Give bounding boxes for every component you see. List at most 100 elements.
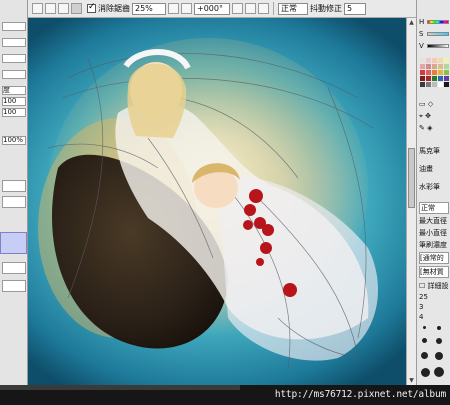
color-palette[interactable]	[420, 58, 449, 87]
left-layer-d[interactable]	[2, 280, 26, 292]
rotate-right-button[interactable]	[245, 3, 256, 14]
palette-swatch[interactable]	[420, 76, 425, 81]
rotate-reset-button[interactable]	[258, 3, 269, 14]
selected-layer[interactable]	[0, 232, 27, 254]
value-slider[interactable]	[427, 44, 449, 48]
left-field-f-value: 100	[3, 97, 17, 105]
left-field-e[interactable]: 度	[2, 86, 26, 95]
palette-swatch[interactable]	[420, 58, 425, 63]
zoom-in-button[interactable]	[181, 3, 192, 14]
texture-select[interactable]: [無材質	[419, 266, 449, 278]
correction-select[interactable]: 5	[344, 2, 366, 15]
scroll-down-icon[interactable]: ▼	[407, 376, 416, 385]
palette-swatch[interactable]	[444, 76, 449, 81]
brush-size-3[interactable]: 3	[419, 303, 423, 311]
artwork-illustration	[38, 38, 378, 369]
stabilizer-checkbox[interactable]	[87, 2, 96, 13]
palette-swatch[interactable]	[432, 64, 437, 69]
left-field-f[interactable]: 100	[2, 97, 26, 106]
shape-select[interactable]: [通常的	[419, 252, 449, 264]
palette-swatch[interactable]	[444, 58, 449, 63]
rotation-value: +000°	[197, 4, 223, 13]
hue-slider[interactable]	[427, 20, 449, 24]
left-layer-c[interactable]	[2, 262, 26, 274]
correction-label: 抖動修正	[310, 4, 342, 13]
canvas-scrollbar[interactable]: ▲ ▼	[406, 18, 416, 385]
left-field-d[interactable]	[2, 70, 26, 79]
zoom-value: 25%	[135, 4, 153, 13]
blend-mode-value: 正常	[281, 4, 297, 13]
antialias-low-button[interactable]	[45, 3, 56, 14]
saturation-letter: S	[419, 30, 424, 38]
scroll-up-icon[interactable]: ▲	[407, 18, 416, 27]
left-layer-b[interactable]	[2, 196, 26, 208]
palette-swatch[interactable]	[432, 76, 437, 81]
palette-swatch[interactable]	[438, 82, 443, 87]
brush-blend-value: 正常	[421, 204, 435, 212]
palette-swatch[interactable]	[426, 76, 431, 81]
palette-swatch[interactable]	[438, 70, 443, 75]
brush-preset-dot[interactable]	[434, 367, 444, 377]
right-panel: H S V ▭ ◇ ⌖ ✥ ✎ ◈ 馬克筆 油畫 水彩筆 正常 最大直徑 最小直…	[416, 0, 450, 385]
palette-swatch[interactable]	[426, 58, 431, 63]
palette-swatch[interactable]	[438, 76, 443, 81]
palette-swatch[interactable]	[420, 64, 425, 69]
opacity-field[interactable]: 100%	[2, 136, 26, 145]
shape-value: [通常的	[420, 254, 444, 262]
brush-preset-dot[interactable]	[422, 338, 427, 343]
palette-swatch[interactable]	[432, 70, 437, 75]
palette-swatch[interactable]	[444, 64, 449, 69]
palette-swatch[interactable]	[438, 64, 443, 69]
brush-preset-dot[interactable]	[423, 326, 426, 329]
palette-swatch[interactable]	[420, 70, 425, 75]
max-diameter-label: 最大直徑	[419, 217, 447, 225]
brush-density-label: 筆刷濃度	[419, 241, 447, 249]
palette-swatch[interactable]	[426, 82, 431, 87]
palette-swatch[interactable]	[432, 58, 437, 63]
rotation-select[interactable]: +000°	[194, 2, 230, 15]
tool-watercolor[interactable]: 水彩筆	[419, 182, 440, 192]
brush-size-4[interactable]: 4	[419, 313, 423, 321]
left-panel: 度 100 100 100%	[0, 0, 28, 385]
left-layer-a[interactable]	[2, 180, 26, 192]
palette-swatch[interactable]	[444, 82, 449, 87]
hue-letter: H	[419, 18, 425, 26]
palette-swatch[interactable]	[444, 70, 449, 75]
top-toolbar: 消除鋸齒 25% +000° 正常 抖動修正 5	[28, 0, 418, 18]
left-field-g[interactable]: 100	[2, 108, 26, 117]
antialias-high-button[interactable]	[71, 3, 82, 14]
brush-blend-select[interactable]: 正常	[419, 202, 449, 214]
left-field-a[interactable]	[2, 22, 26, 31]
tool-icons-row-2: ⌖ ✥	[419, 112, 432, 120]
palette-swatch[interactable]	[426, 64, 431, 69]
brush-preset-dot[interactable]	[435, 352, 443, 360]
brush-size-25[interactable]: 25	[419, 293, 428, 301]
palette-swatch[interactable]	[438, 58, 443, 63]
rotate-left-button[interactable]	[232, 3, 243, 14]
antialias-mid-button[interactable]	[58, 3, 69, 14]
antialias-off-button[interactable]	[32, 3, 43, 14]
tool-oil[interactable]: 油畫	[419, 164, 433, 174]
brush-preset-dot[interactable]	[421, 368, 430, 377]
left-field-c[interactable]	[2, 54, 26, 63]
drawing-canvas[interactable]	[28, 18, 406, 385]
scroll-thumb[interactable]	[408, 148, 415, 208]
watermark-url: http://ms76712.pixnet.net/album	[274, 389, 446, 400]
zoom-out-button[interactable]	[168, 3, 179, 14]
palette-swatch[interactable]	[432, 82, 437, 87]
detail-settings-checkbox[interactable]: ☐ 詳細設	[419, 281, 449, 291]
brush-preset-dot[interactable]	[436, 338, 442, 344]
palette-swatch[interactable]	[420, 82, 425, 87]
tool-marker[interactable]: 馬克筆	[419, 146, 440, 156]
tool-icons-row-3: ✎ ◈	[419, 124, 433, 132]
saturation-slider[interactable]	[427, 32, 449, 36]
zoom-select[interactable]: 25%	[132, 2, 166, 15]
toolbar-divider	[273, 2, 274, 15]
texture-value: [無材質	[420, 268, 444, 276]
tool-icons-row: ▭ ◇	[419, 100, 434, 108]
blend-mode-select[interactable]: 正常	[278, 2, 308, 15]
brush-preset-dot[interactable]	[421, 352, 428, 359]
left-field-b[interactable]	[2, 38, 26, 47]
palette-swatch[interactable]	[426, 70, 431, 75]
brush-preset-dot[interactable]	[437, 326, 441, 330]
